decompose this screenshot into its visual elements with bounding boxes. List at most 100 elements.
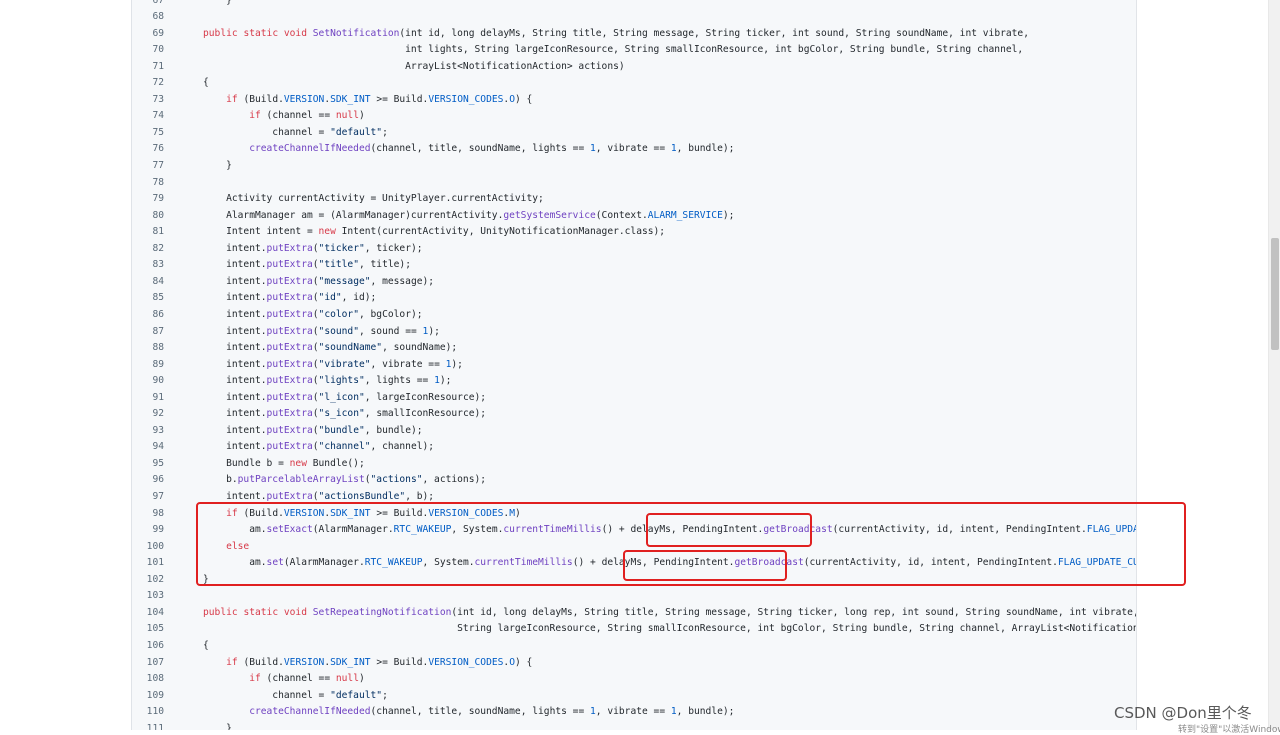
code-text: if (Build.VERSION.SDK_INT >= Build.VERSI… xyxy=(226,93,533,105)
code-text: intent.putExtra("sound", sound == 1); xyxy=(203,325,440,337)
line-number: 105 xyxy=(146,623,164,635)
code-text: public static void SetRepeatingNotificat… xyxy=(203,606,1137,618)
code-line: 80 AlarmManager am = (AlarmManager)curre… xyxy=(132,208,1137,225)
code-line: 74 if (channel == null) xyxy=(132,108,1137,125)
code-text: intent.putExtra("channel", channel); xyxy=(203,441,435,453)
code-line: 107 if (Build.VERSION.SDK_INT >= Build.V… xyxy=(132,655,1137,672)
line-number: 99 xyxy=(152,524,164,536)
code-text: channel = "default"; xyxy=(203,126,388,138)
line-number: 86 xyxy=(152,308,164,320)
line-number: 87 xyxy=(152,325,164,337)
left-margin xyxy=(0,0,131,730)
line-number: 110 xyxy=(146,706,164,718)
scrollbar-thumb[interactable] xyxy=(1271,238,1279,350)
line-number: 83 xyxy=(152,259,164,271)
line-number: 104 xyxy=(146,606,164,618)
code-line: 108 if (channel == null) xyxy=(132,671,1137,688)
code-line: 86 intent.putExtra("color", bgColor); xyxy=(132,307,1137,324)
code-text: intent.putExtra("bundle", bundle); xyxy=(203,424,423,436)
code-line: 68 xyxy=(132,9,1137,26)
code-line: 67 } xyxy=(132,0,1137,9)
line-number: 92 xyxy=(152,408,164,420)
code-line: 90 intent.putExtra("lights", lights == 1… xyxy=(132,373,1137,390)
code-text: intent.putExtra("title", title); xyxy=(203,259,411,271)
code-text: b.putParcelableArrayList("actions", acti… xyxy=(203,474,487,486)
line-number: 98 xyxy=(152,507,164,519)
code-line: 72 { xyxy=(132,75,1137,92)
code-line: 88 intent.putExtra("soundName", soundNam… xyxy=(132,340,1137,357)
code-text: channel = "default"; xyxy=(203,689,388,701)
code-text: public static void SetNotification(int i… xyxy=(203,27,1029,39)
code-text: createChannelIfNeeded(channel, title, so… xyxy=(249,706,735,718)
code-line: 81 Intent intent = new Intent(currentAct… xyxy=(132,224,1137,241)
code-line: 87 intent.putExtra("sound", sound == 1); xyxy=(132,324,1137,341)
line-number: 97 xyxy=(152,491,164,502)
code-text: intent.putExtra("soundName", soundName); xyxy=(203,342,458,354)
windows-activation-text: 转到"设置"以激活Windows xyxy=(1178,725,1280,735)
code-line: 89 intent.putExtra("vibrate", vibrate ==… xyxy=(132,357,1137,374)
line-number: 76 xyxy=(152,143,164,155)
code-text: if (channel == null) xyxy=(249,110,365,122)
code-text: intent.putExtra("s_icon", smallIconResou… xyxy=(203,408,487,420)
line-number: 69 xyxy=(152,27,164,39)
code-line: 82 intent.putExtra("ticker", ticker); xyxy=(132,241,1137,258)
code-line: 69 public static void SetNotification(int… xyxy=(132,26,1137,43)
code-line: 96 b.putParcelableArrayList("actions", a… xyxy=(132,472,1137,489)
code-text: intent.putExtra("ticker", ticker); xyxy=(203,242,423,254)
code-text: { xyxy=(203,77,209,89)
line-number: 109 xyxy=(146,689,164,701)
line-number: 73 xyxy=(152,93,164,105)
line-number: 95 xyxy=(152,457,164,469)
code-text: } xyxy=(203,722,232,730)
code-line: 109 channel = "default"; xyxy=(132,688,1137,705)
code-line: 106 { xyxy=(132,638,1137,655)
line-number: 75 xyxy=(152,126,164,138)
code-text: ArrayList<NotificationAction> actions) xyxy=(203,60,625,72)
code-line: 71 ArrayList<NotificationAction> actions… xyxy=(132,59,1137,76)
line-number: 107 xyxy=(146,656,164,668)
code-line: 75 channel = "default"; xyxy=(132,125,1137,142)
line-number: 103 xyxy=(146,590,164,602)
line-number: 85 xyxy=(152,292,164,304)
code-text: intent.putExtra("id", id); xyxy=(203,292,377,304)
code-line: 70 int lights, String largeIconResource,… xyxy=(132,42,1137,59)
code-line: 76 createChannelIfNeeded(channel, title,… xyxy=(132,141,1137,158)
line-number: 78 xyxy=(152,176,164,188)
line-number: 74 xyxy=(152,110,164,122)
code-text: if (Build.VERSION.SDK_INT >= Build.VERSI… xyxy=(226,656,533,668)
line-number: 72 xyxy=(152,77,164,89)
code-line: 105 String largeIconResource, String sma… xyxy=(132,621,1137,638)
code-text: int lights, String largeIconResource, St… xyxy=(203,44,1024,56)
code-text: intent.putExtra("lights", lights == 1); xyxy=(203,375,452,387)
line-number: 84 xyxy=(152,275,164,287)
code-line: 73 if (Build.VERSION.SDK_INT >= Build.VE… xyxy=(132,92,1137,109)
line-number: 101 xyxy=(146,557,164,569)
line-number: 108 xyxy=(146,673,164,685)
code-text: intent.putExtra("l_icon", largeIconResou… xyxy=(203,391,487,403)
vertical-scrollbar[interactable] xyxy=(1268,0,1280,730)
code-text: } xyxy=(203,160,232,171)
code-line: 85 intent.putExtra("id", id); xyxy=(132,290,1137,307)
code-line: 104 public static void SetRepeatingNotifi… xyxy=(132,605,1137,622)
line-number: 102 xyxy=(146,573,164,585)
line-number: 77 xyxy=(152,160,164,171)
code-line: 95 Bundle b = new Bundle(); xyxy=(132,456,1137,473)
code-text: AlarmManager am = (AlarmManager)currentA… xyxy=(203,209,735,221)
line-number: 90 xyxy=(152,375,164,387)
code-line: 111 } xyxy=(132,721,1137,730)
code-line: 83 intent.putExtra("title", title); xyxy=(132,257,1137,274)
code-line: 92 intent.putExtra("s_icon", smallIconRe… xyxy=(132,406,1137,423)
code-line: 91 intent.putExtra("l_icon", largeIconRe… xyxy=(132,390,1137,407)
code-text: intent.putExtra("color", bgColor); xyxy=(203,308,423,320)
line-number: 89 xyxy=(152,358,164,370)
line-number: 106 xyxy=(146,639,164,651)
code-text: intent.putExtra("message", message); xyxy=(203,275,435,287)
code-line: 93 intent.putExtra("bundle", bundle); xyxy=(132,423,1137,440)
line-number: 81 xyxy=(152,226,164,238)
line-number: 93 xyxy=(152,424,164,436)
highlight-box-getbroadcast-1 xyxy=(646,513,812,547)
code-text: Intent intent = new Intent(currentActivi… xyxy=(203,226,666,238)
code-text: Activity currentActivity = UnityPlayer.c… xyxy=(203,193,544,205)
line-number: 82 xyxy=(152,242,164,254)
code-line: 84 intent.putExtra("message", message); xyxy=(132,274,1137,291)
